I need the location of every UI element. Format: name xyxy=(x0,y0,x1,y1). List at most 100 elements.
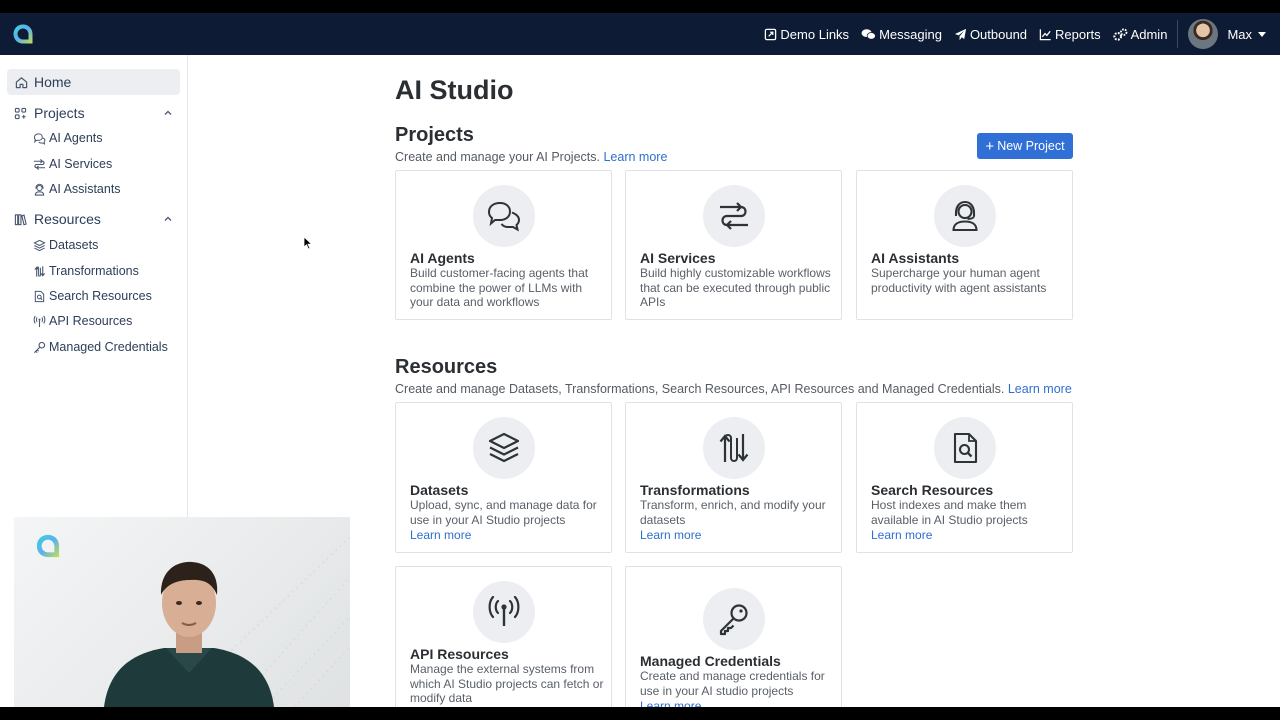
nav-divider xyxy=(1177,20,1179,48)
route-icon xyxy=(33,158,46,170)
card-description: Upload, sync, and manage data for use in… xyxy=(410,498,597,527)
antenna-icon xyxy=(33,315,46,327)
page-title: AI Studio xyxy=(395,75,514,105)
user-menu[interactable]: Max xyxy=(1188,19,1266,49)
nav-reports-label: Reports xyxy=(1055,26,1101,42)
resources-learn-more-link[interactable]: Learn more xyxy=(1008,382,1072,396)
sidebar-section-resources[interactable]: Resources xyxy=(7,207,180,231)
presenter-figure xyxy=(104,561,274,707)
sidebar-item-label: AI Assistants xyxy=(49,182,121,196)
nav-reports[interactable]: Reports xyxy=(1039,27,1101,42)
card-icon-circle xyxy=(473,417,535,479)
sidebar-item-label: Managed Credentials xyxy=(49,340,168,354)
sidebar-item-label: API Resources xyxy=(49,314,133,328)
card-title: Search Resources xyxy=(871,482,994,498)
project-card-ai-services[interactable]: AI Services Build highly customizable wo… xyxy=(625,170,842,320)
chevron-down-icon xyxy=(1258,31,1266,37)
sidebar-item-search-resources[interactable]: Search Resources xyxy=(33,286,152,306)
resource-card-transformations[interactable]: Transformations Transform, enrich, and m… xyxy=(625,402,842,553)
resources-description-text: Create and manage Datasets, Transformati… xyxy=(395,382,1005,396)
card-title: AI Assistants xyxy=(871,250,960,266)
sidebar-item-label: Home xyxy=(34,74,72,90)
key-icon xyxy=(719,604,748,636)
resources-heading: Resources xyxy=(395,356,498,378)
app-logo-watermark xyxy=(36,534,60,558)
avatar xyxy=(1188,19,1219,49)
new-project-button[interactable]: + New Project xyxy=(977,133,1073,159)
card-icon-circle xyxy=(934,417,996,479)
external-link-icon xyxy=(765,28,777,40)
card-icon-circle xyxy=(703,185,765,247)
sidebar-item-ai-services[interactable]: AI Services xyxy=(33,154,112,174)
card-icon-circle xyxy=(473,185,535,247)
projects-learn-more-link[interactable]: Learn more xyxy=(603,150,667,164)
card-learn-more-link[interactable]: Learn more xyxy=(410,528,471,542)
app-logo[interactable] xyxy=(11,22,35,46)
sidebar-item-ai-agents[interactable]: AI Agents xyxy=(33,128,103,148)
sidebar-item-managed-credentials[interactable]: Managed Credentials xyxy=(33,337,168,357)
card-icon-circle xyxy=(934,185,996,247)
sidebar-item-api-resources[interactable]: API Resources xyxy=(33,311,132,331)
layers-icon xyxy=(33,239,46,251)
card-title: Transformations xyxy=(640,482,750,498)
headset-agent-icon xyxy=(34,183,45,196)
mouse-cursor-icon xyxy=(303,236,313,250)
nav-demo-links[interactable]: Demo Links xyxy=(764,27,849,42)
nav-outbound[interactable]: Outbound xyxy=(954,27,1027,42)
resource-card-api-resources[interactable]: API Resources Manage the external system… xyxy=(395,566,612,707)
sidebar-item-home[interactable]: Home xyxy=(7,69,180,95)
resource-card-datasets[interactable]: Datasets Upload, sync, and manage data f… xyxy=(395,402,612,553)
nav-admin-label: Admin xyxy=(1130,26,1168,42)
line-chart-icon xyxy=(1039,28,1051,40)
chat-bubbles-icon xyxy=(487,201,521,232)
arrows-transform-icon xyxy=(34,265,46,277)
card-learn-more-link[interactable]: Learn more xyxy=(640,528,701,542)
card-description: Manage the external systems from which A… xyxy=(410,662,604,705)
sidebar-section-label: Projects xyxy=(34,105,85,121)
card-description: Host indexes and make them available in … xyxy=(871,498,1028,527)
project-card-ai-assistants[interactable]: AI Assistants Supercharge your human age… xyxy=(856,170,1073,320)
sidebar-section-label: Resources xyxy=(34,211,101,227)
antenna-icon xyxy=(488,595,520,626)
layers-icon xyxy=(488,432,520,463)
chat-bubbles-icon xyxy=(33,132,46,145)
resource-card-search-resources[interactable]: Search Resources Host indexes and make t… xyxy=(856,402,1073,553)
nav-admin[interactable]: Admin xyxy=(1112,26,1168,42)
nav-outbound-label: Outbound xyxy=(969,26,1028,42)
resource-card-managed-credentials[interactable]: Managed Credentials Create and manage cr… xyxy=(625,566,842,707)
sidebar-item-datasets[interactable]: Datasets xyxy=(33,235,98,255)
gears-icon xyxy=(1112,27,1128,41)
home-icon xyxy=(15,76,28,88)
projects-description: Create and manage your AI Projects. Lear… xyxy=(395,150,667,164)
card-learn-more-link[interactable]: Learn more xyxy=(640,699,701,707)
top-navbar: Demo Links Messaging Outbound Reports Ad… xyxy=(0,13,1280,55)
card-title: Managed Credentials xyxy=(640,653,781,669)
nav-messaging[interactable]: Messaging xyxy=(861,27,942,42)
route-icon xyxy=(720,202,748,230)
project-card-ai-agents[interactable]: AI Agents Build customer-facing agents t… xyxy=(395,170,612,320)
projects-description-text: Create and manage your AI Projects. xyxy=(395,150,600,164)
webcam-overlay xyxy=(14,517,350,707)
resources-description: Create and manage Datasets, Transformati… xyxy=(395,382,1072,396)
sidebar-item-ai-assistants[interactable]: AI Assistants xyxy=(33,179,121,199)
books-icon xyxy=(14,213,27,225)
card-title: API Resources xyxy=(410,646,509,662)
card-title: AI Services xyxy=(640,250,716,266)
sidebar-item-transformations[interactable]: Transformations xyxy=(33,261,139,281)
card-title: AI Agents xyxy=(410,250,475,266)
plus-icon: + xyxy=(985,137,995,155)
sidebar-item-label: AI Services xyxy=(49,157,113,171)
card-description: Build highly customizable workflows that… xyxy=(640,266,831,309)
card-icon-circle xyxy=(703,588,765,650)
card-icon-circle xyxy=(473,581,535,643)
card-description: Supercharge your human agent productivit… xyxy=(871,266,1047,295)
chevron-up-icon[interactable] xyxy=(164,215,172,223)
card-description: Create and manage credentials for use in… xyxy=(640,669,825,698)
card-learn-more-link[interactable]: Learn more xyxy=(871,528,932,542)
sidebar-section-projects[interactable]: Projects xyxy=(7,101,180,125)
headset-agent-icon xyxy=(952,200,978,232)
card-description: Build customer-facing agents that combin… xyxy=(410,266,589,309)
projects-heading: Projects xyxy=(395,124,474,146)
app-screen: Demo Links Messaging Outbound Reports Ad… xyxy=(0,13,1280,707)
chevron-up-icon[interactable] xyxy=(164,109,172,117)
